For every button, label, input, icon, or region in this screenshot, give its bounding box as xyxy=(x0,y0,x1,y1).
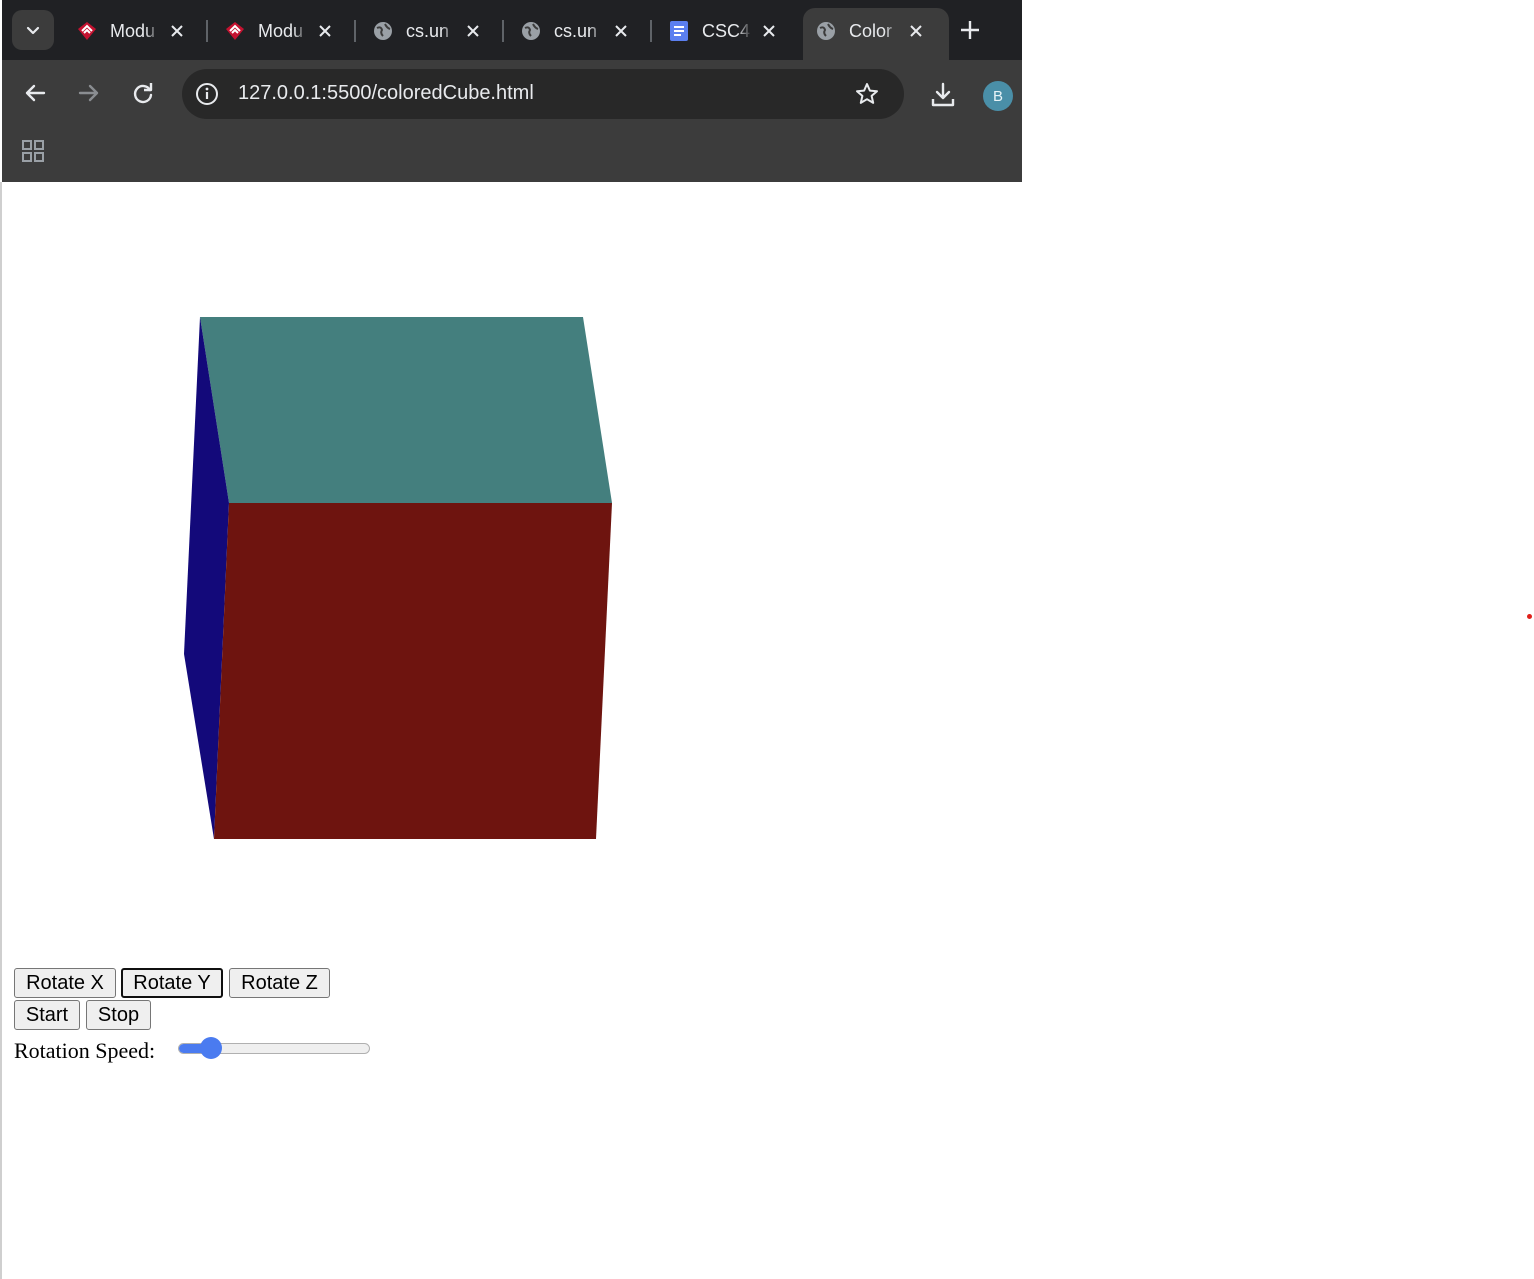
tab-3[interactable]: cs.un xyxy=(360,8,506,54)
globe-icon xyxy=(817,22,835,40)
cube-face-top xyxy=(200,317,612,503)
docs-icon xyxy=(670,21,688,41)
toolbar: 127.0.0.1:5500/coloredCube.html B xyxy=(2,60,1022,128)
tab-title: Modu xyxy=(258,21,304,41)
start-button[interactable]: Start xyxy=(14,1000,80,1030)
address-bar[interactable]: 127.0.0.1:5500/coloredCube.html xyxy=(182,69,904,119)
tab-strip: Modu Modu cs.un cs.un CSC4 Color xyxy=(2,0,1022,60)
tab-5[interactable]: CSC4 xyxy=(656,8,802,54)
reload-icon[interactable] xyxy=(128,78,158,108)
site-info-icon[interactable] xyxy=(194,81,220,107)
close-icon[interactable] xyxy=(462,20,484,42)
apps-grid-icon[interactable] xyxy=(20,138,46,164)
close-icon[interactable] xyxy=(610,20,632,42)
close-icon[interactable] xyxy=(166,20,188,42)
globe-icon xyxy=(522,22,540,40)
profile-avatar[interactable]: B xyxy=(983,81,1013,111)
slider-thumb[interactable] xyxy=(199,1037,222,1059)
tab-4[interactable]: cs.un xyxy=(508,8,654,54)
stop-button[interactable]: Stop xyxy=(86,1000,151,1030)
bookmarks-bar xyxy=(2,128,1022,182)
download-icon[interactable] xyxy=(928,80,958,110)
tab-search-button[interactable] xyxy=(12,10,54,50)
tab-2[interactable]: Modu xyxy=(212,8,358,54)
close-icon[interactable] xyxy=(905,20,927,42)
tab-title: Modu xyxy=(110,21,156,41)
globe-icon xyxy=(374,22,392,40)
tab-title: cs.un xyxy=(554,21,598,41)
browser-window: Modu Modu cs.un cs.un CSC4 Color 127.0.0… xyxy=(2,0,1022,182)
tab-title: cs.un xyxy=(406,21,450,41)
chevron-down-icon xyxy=(26,26,40,35)
rotate-y-button[interactable]: Rotate Y xyxy=(121,968,223,998)
forward-arrow-icon[interactable] xyxy=(74,78,104,108)
close-icon[interactable] xyxy=(314,20,336,42)
tab-separator xyxy=(206,20,208,42)
canvas-logo-icon xyxy=(226,22,244,40)
cube-face-front xyxy=(214,503,612,839)
rotate-x-button[interactable]: Rotate X xyxy=(14,968,116,998)
tab-separator xyxy=(354,20,356,42)
tab-separator xyxy=(502,20,504,42)
back-arrow-icon[interactable] xyxy=(20,78,50,108)
cube-scene xyxy=(184,317,612,839)
canvas-logo-icon xyxy=(78,22,96,40)
tab-title: Color xyxy=(849,21,893,41)
url-path: :5500/coloredCube.html xyxy=(321,82,534,104)
new-tab-plus-icon[interactable] xyxy=(954,14,986,46)
bookmark-star-icon[interactable] xyxy=(854,81,880,107)
tab-title: CSC4 xyxy=(702,21,751,41)
rotation-speed-slider[interactable] xyxy=(178,1037,370,1059)
cursor-dot xyxy=(1527,614,1532,619)
url-text[interactable]: 127.0.0.1:5500/coloredCube.html xyxy=(238,82,534,105)
tab-separator xyxy=(650,20,652,42)
close-icon[interactable] xyxy=(758,20,780,42)
rotate-z-button[interactable]: Rotate Z xyxy=(229,968,330,998)
rotation-speed-label: Rotation Speed: xyxy=(14,1038,156,1063)
url-host: 127.0.0.1 xyxy=(238,82,322,104)
tab-6-active[interactable]: Color xyxy=(803,8,949,60)
webgl-canvas xyxy=(2,182,1534,962)
tab-1[interactable]: Modu xyxy=(64,8,210,54)
